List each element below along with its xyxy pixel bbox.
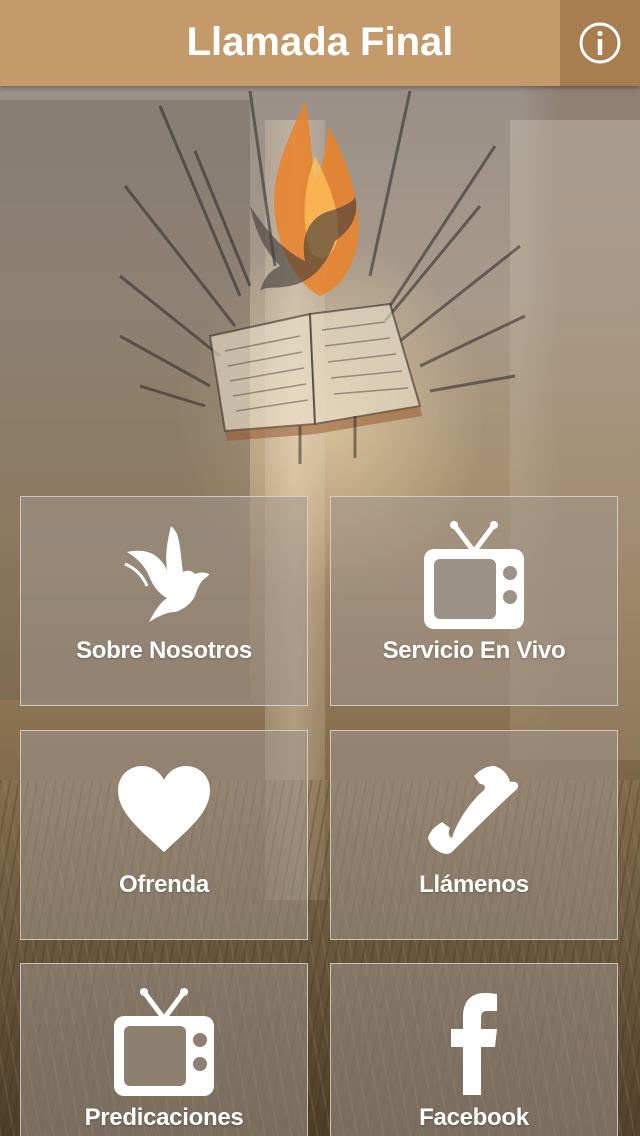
- tile-predicaciones[interactable]: Predicaciones: [20, 963, 308, 1136]
- heart-icon: [118, 766, 210, 852]
- tile-facebook[interactable]: Facebook: [330, 963, 618, 1136]
- app-header: Llamada Final: [0, 0, 640, 86]
- tile-label: Servicio En Vivo: [382, 637, 566, 664]
- phone-icon: [428, 766, 518, 854]
- facebook-icon: [451, 993, 497, 1095]
- tile-llamenos[interactable]: Llámenos: [330, 730, 618, 940]
- tile-label: Llámenos: [419, 871, 529, 898]
- tile-sobre-nosotros[interactable]: Sobre Nosotros: [20, 496, 308, 706]
- tile-label: Facebook: [419, 1104, 529, 1131]
- app-title: Llamada Final: [186, 20, 454, 64]
- bible-shape: [208, 302, 422, 464]
- info-circle-icon: [579, 22, 621, 64]
- tile-label: Sobre Nosotros: [76, 637, 252, 664]
- tile-label: Predicaciones: [84, 1104, 244, 1131]
- info-button[interactable]: [560, 0, 640, 86]
- dove-icon: [124, 526, 209, 622]
- tv-icon: [424, 521, 524, 629]
- tile-label: Ofrenda: [119, 871, 209, 898]
- tile-ofrenda[interactable]: Ofrenda: [20, 730, 308, 940]
- tv-icon: [114, 988, 214, 1096]
- tile-servicio-en-vivo[interactable]: Servicio En Vivo: [330, 496, 618, 706]
- church-logo: [119, 90, 526, 464]
